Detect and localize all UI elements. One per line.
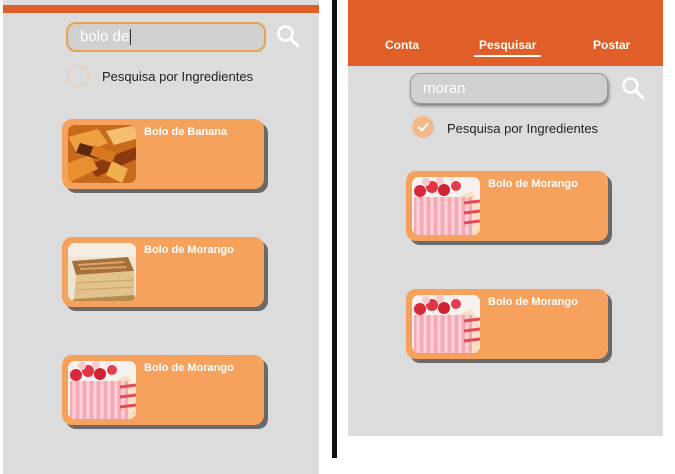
recipe-title: Bolo de Morango: [488, 178, 578, 190]
nav-tab-postar[interactable]: Postar: [593, 38, 630, 52]
screen-divider: [332, 0, 337, 458]
search-input-value: moran: [423, 80, 466, 97]
search-input-value: bolo de: [80, 28, 130, 45]
search-input[interactable]: moran: [410, 73, 608, 104]
ingredient-search-checkbox[interactable]: [67, 65, 89, 87]
check-icon: [418, 123, 429, 132]
active-tab-indicator: [474, 55, 541, 57]
recipe-thumbnail: [68, 125, 136, 183]
recipe-thumbnail: [68, 361, 136, 419]
ingredient-search-label: Pesquisa por Ingredientes: [447, 121, 599, 136]
recipe-thumbnail: [68, 243, 136, 301]
recipe-card[interactable]: Bolo de Morango: [406, 289, 608, 359]
header-strip: [3, 5, 319, 13]
left-screen: bolo de Pesquisa por Ingredientes Bolo d…: [3, 0, 319, 474]
recipe-card[interactable]: Bolo de Morango: [406, 171, 608, 241]
right-screen: Conta Pesquisar Postar moran Pesquisa po…: [348, 0, 663, 436]
recipe-title: Bolo de Banana: [144, 126, 228, 138]
recipe-card[interactable]: Bolo de Morango: [62, 237, 264, 307]
search-input[interactable]: bolo de: [66, 22, 266, 52]
recipe-card[interactable]: Bolo de Morango: [62, 355, 264, 425]
nav-tab-conta[interactable]: Conta: [385, 38, 419, 52]
ingredient-search-label: Pesquisa por Ingredientes: [102, 69, 254, 84]
search-icon[interactable]: [621, 76, 645, 100]
recipe-thumbnail: [412, 177, 480, 235]
recipe-title: Bolo de Morango: [488, 296, 578, 308]
recipe-card[interactable]: Bolo de Banana: [62, 119, 264, 189]
recipe-thumbnail: [412, 295, 480, 353]
nav-tab-pesquisar[interactable]: Pesquisar: [479, 38, 536, 52]
text-caret: [130, 29, 132, 46]
ingredient-search-checkbox[interactable]: [412, 116, 434, 138]
search-icon[interactable]: [276, 24, 300, 48]
recipe-title: Bolo de Morango: [144, 244, 234, 256]
recipe-title: Bolo de Morango: [144, 362, 234, 374]
app-header: Conta Pesquisar Postar: [348, 0, 663, 66]
